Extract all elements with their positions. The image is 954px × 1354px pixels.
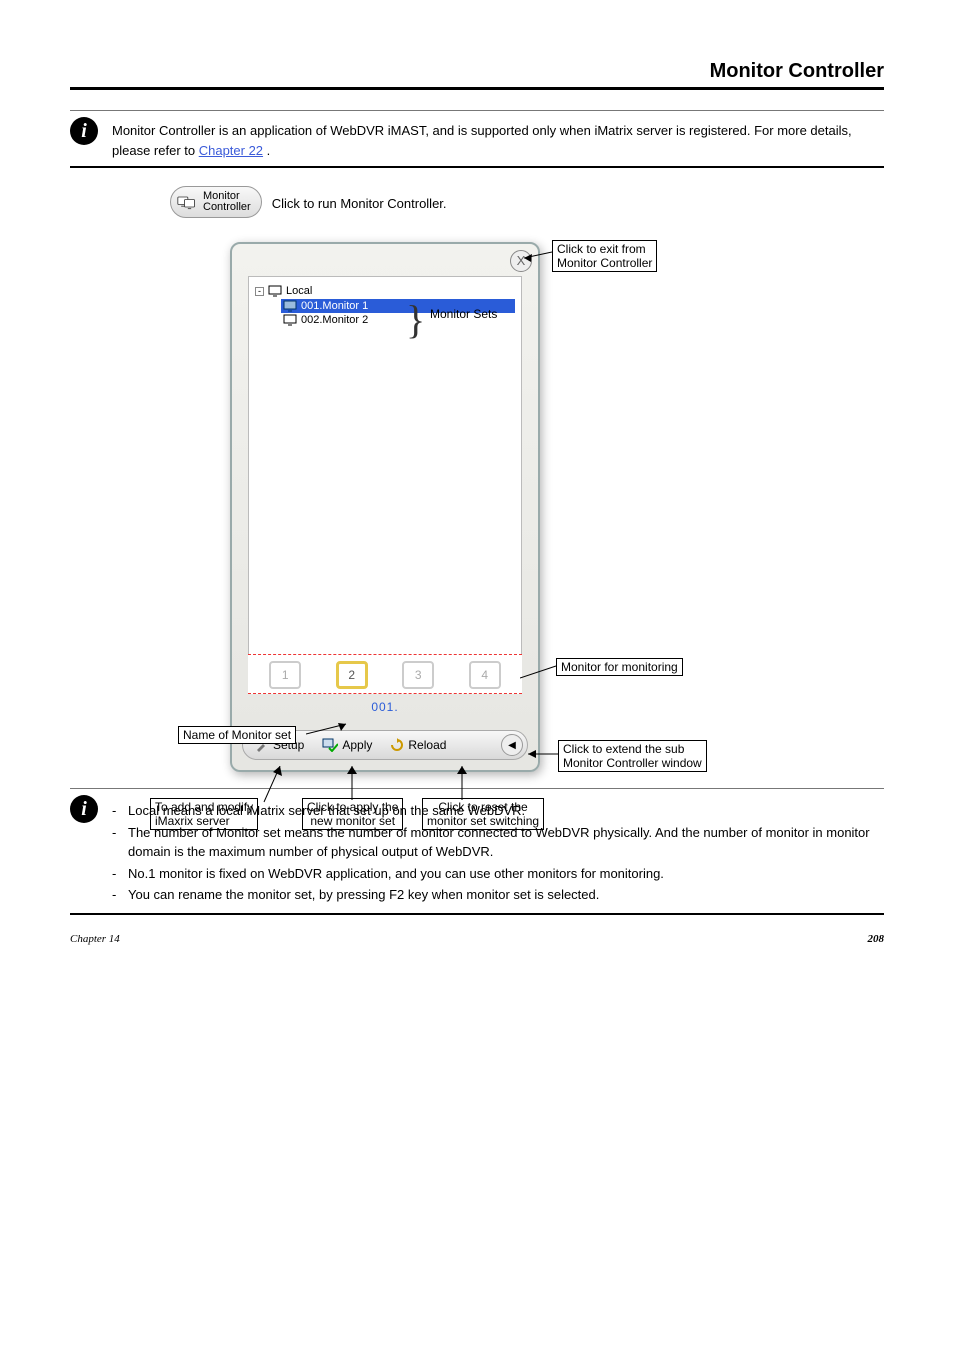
divider-top [70,87,884,90]
monitor-slot-1[interactable]: 1 [269,661,301,689]
launch-instruction: Click to run Monitor Controller. [272,196,447,211]
extend-arrow-icon: ◀ [508,740,516,751]
apply-button[interactable]: Apply [314,734,380,756]
info-top-text: Monitor Controller is an application of … [112,117,884,160]
info-divider-bot-b [70,913,884,915]
close-button[interactable]: X [510,250,532,272]
info-top-link[interactable]: Chapter 22 [199,143,263,158]
label-monitor-sets: Monitor Sets [426,306,501,322]
list-item: The number of Monitor set means the numb… [112,823,884,862]
local-icon [268,285,282,297]
monitor-tree[interactable]: - Local 001.Monitor 1 002.Monitor 2 [248,276,522,676]
tree-item-label: 001.Monitor 1 [301,300,368,312]
footer-page: 208 [868,933,885,945]
info-divider-bot-a [70,788,884,789]
reload-button[interactable]: Reload [382,734,454,756]
page-title: Monitor Controller [70,60,884,83]
info-divider-top-a [70,110,884,111]
reload-icon [390,738,404,752]
label-extend: Click to extend the sub Monitor Controll… [558,740,707,772]
list-item: No.1 monitor is fixed on WebDVR applicat… [112,864,884,884]
info-note-top: i Monitor Controller is an application o… [70,117,884,160]
brace-icon: } [406,296,425,343]
label-setname: Name of Monitor set [178,726,296,744]
monitor-icon [283,300,297,312]
apply-icon [322,738,338,752]
monitor-slot-3[interactable]: 3 [402,661,434,689]
list-item: Local means a local iMatrix server that … [112,801,884,821]
info-divider-top-b [70,166,884,168]
monitor-slot-2[interactable]: 2 [336,661,368,689]
tree-item-label: 002.Monitor 2 [301,314,368,326]
list-item: You can rename the monitor set, by press… [112,885,884,905]
reload-label: Reload [408,738,446,752]
tree-root-label[interactable]: Local [286,285,312,297]
monitor-icon [283,314,297,326]
tree-collapse-icon[interactable]: - [255,287,264,296]
label-exit: Click to exit from Monitor Controller [552,240,657,272]
monitors-icon [177,194,197,210]
monitor-controller-window-annotated: X - Local 001.Monitor 1 002.Monitor 2 1 [230,242,810,772]
info-top-suffix: . [267,143,271,158]
apply-label: Apply [342,738,372,752]
info-icon: i [70,117,98,145]
monitor-slot-4[interactable]: 4 [469,661,501,689]
bottom-notes-list: Local means a local iMatrix server that … [112,801,884,905]
monitor-controller-button[interactable]: Monitor Controller [170,186,262,218]
monitor-set-name: 001. [232,700,538,714]
footer-chapter: Chapter 14 [70,933,120,945]
label-monitoring: Monitor for monitoring [556,658,683,676]
extend-button[interactable]: ◀ [501,734,523,756]
info-icon: i [70,795,98,823]
monitor-strip: 1 2 3 4 [248,654,522,694]
monitor-controller-button-label: Monitor Controller [203,191,251,213]
info-note-bottom: i Local means a local iMatrix server tha… [70,795,884,907]
